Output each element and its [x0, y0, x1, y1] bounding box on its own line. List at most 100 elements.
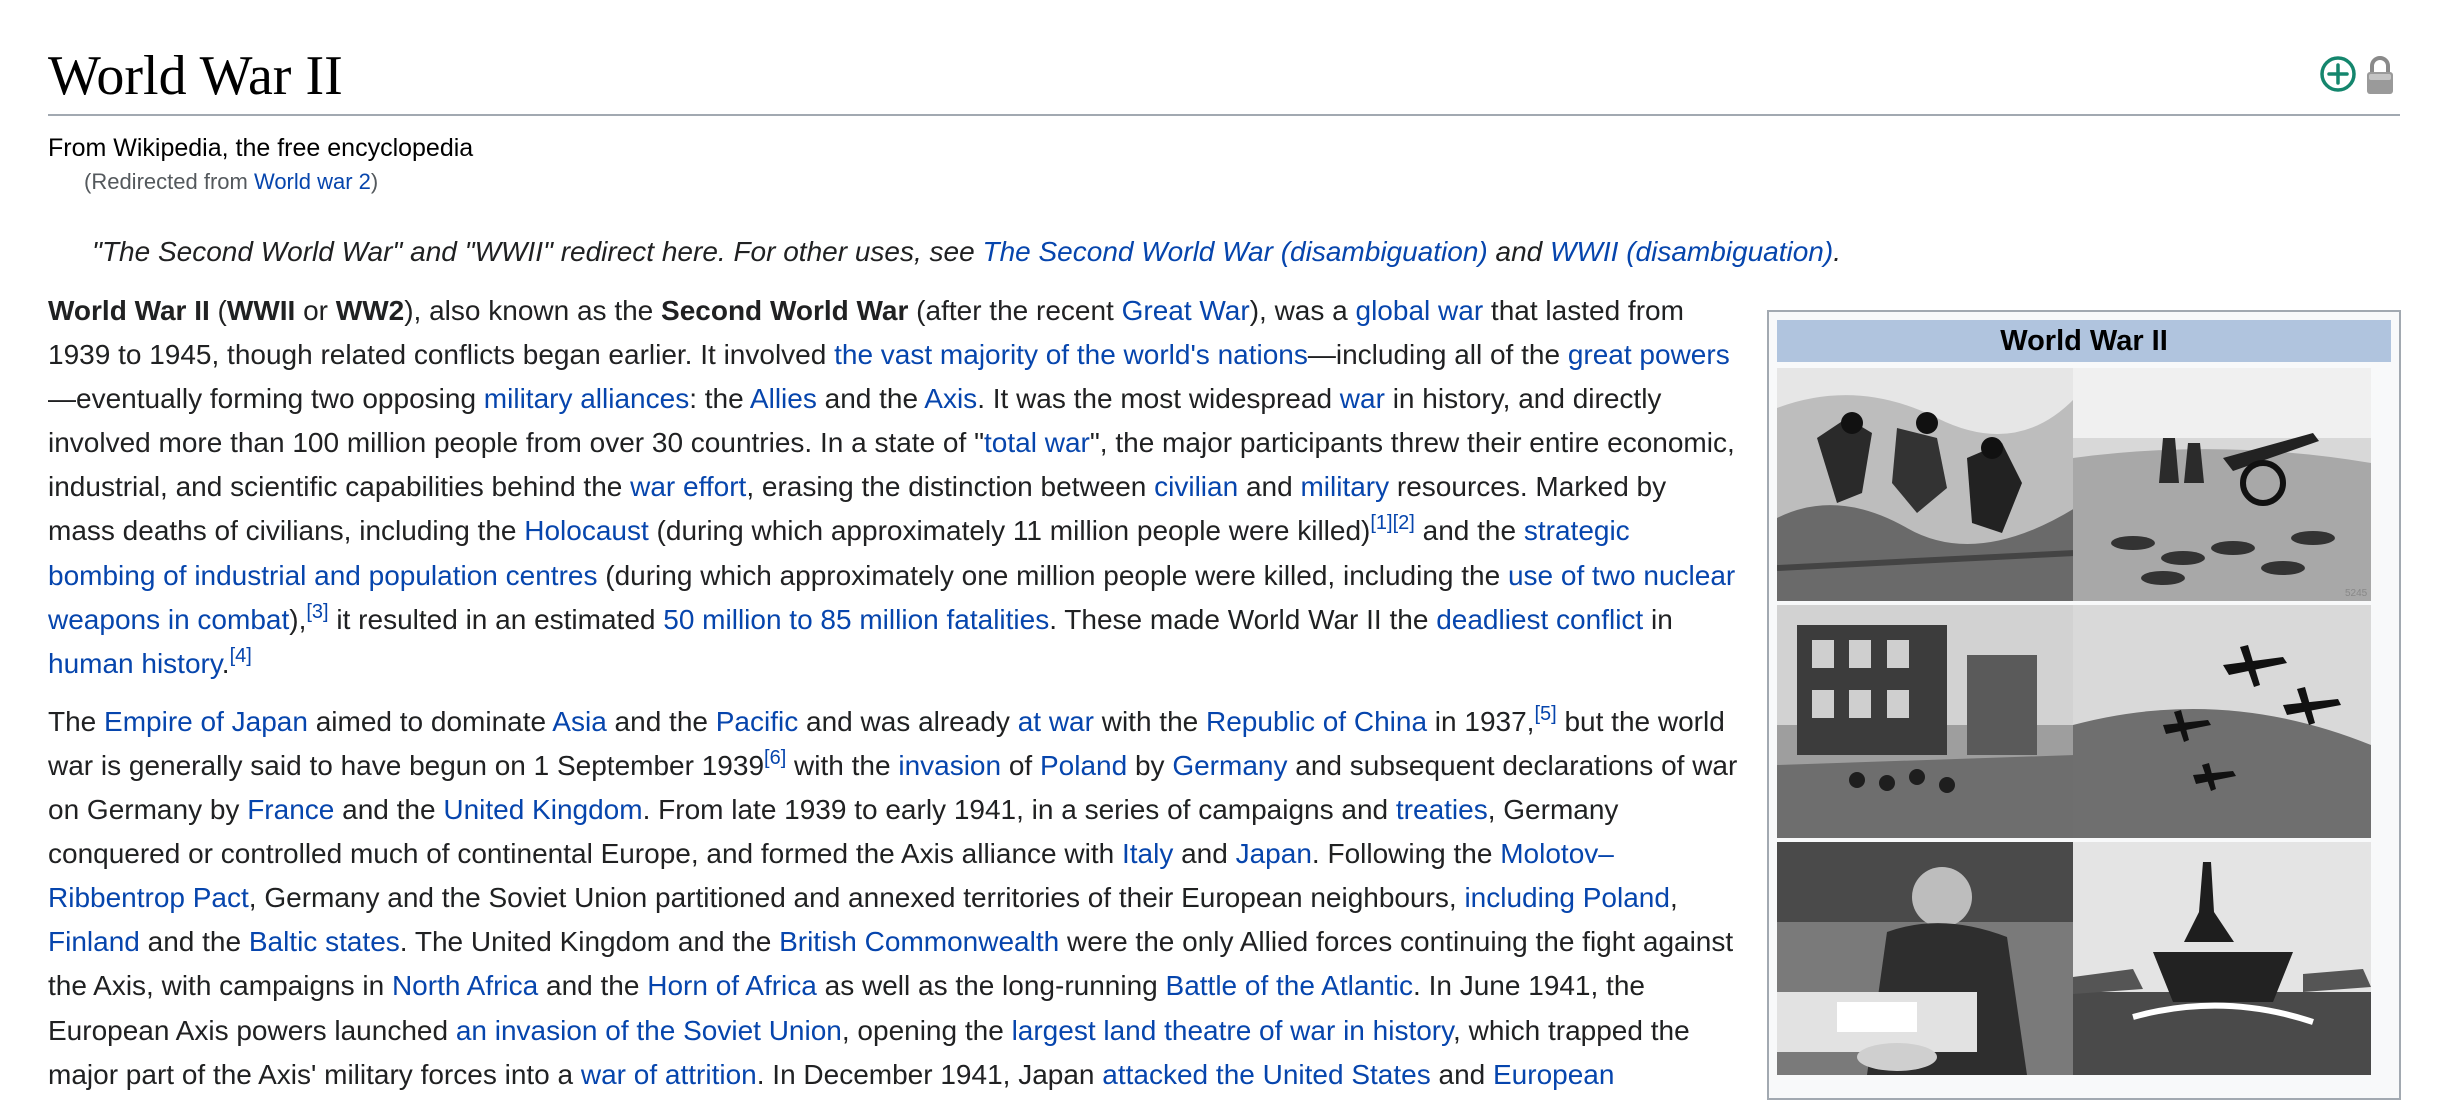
site-tagline: From Wikipedia, the free encyclopedia	[48, 134, 474, 162]
body-text: and the	[139, 926, 249, 958]
hatnote-text: and	[1487, 236, 1551, 267]
article-link[interactable]: Great War	[1122, 295, 1250, 326]
body-text: The	[48, 705, 105, 737]
article-link[interactable]: British Commonwealth	[779, 926, 1059, 957]
citation-link[interactable]: [3]	[306, 601, 328, 623]
body-text: and the	[538, 970, 648, 1002]
body-text: and was already	[798, 705, 1018, 737]
bold-term: WW2	[335, 295, 405, 326]
body-text: —eventually forming two opposing	[48, 383, 484, 415]
bold-term: World War II	[48, 295, 210, 326]
article-link[interactable]: military	[1300, 471, 1389, 502]
infobox-title: World War II	[1777, 320, 2391, 362]
article-link[interactable]: Germany	[1172, 750, 1287, 781]
article-link[interactable]: war effort	[630, 471, 746, 502]
photo-ruined-city-battle[interactable]	[1777, 605, 2075, 838]
body-text: : the	[689, 383, 750, 415]
body-text: .	[221, 647, 230, 679]
citation-ref: [1]	[1370, 512, 1392, 534]
article-link[interactable]: civilian	[1154, 471, 1238, 502]
lock-icon[interactable]	[2365, 54, 2395, 101]
body-text: and the	[334, 794, 444, 826]
body-text: ), was a	[1249, 295, 1356, 326]
bold-term: Second World War	[661, 295, 909, 326]
photo-dive-bombers-flight[interactable]	[2073, 605, 2371, 838]
article-link[interactable]: Finland	[48, 926, 140, 957]
article-link[interactable]: Italy	[1122, 838, 1173, 869]
article-link[interactable]: at war	[1018, 706, 1094, 737]
article-link[interactable]: Holocaust	[524, 515, 649, 546]
article-link[interactable]: European	[1493, 1059, 1614, 1090]
body-text: . These made World War II the	[1049, 603, 1437, 635]
body-text: and the	[816, 383, 925, 415]
hatnote-text: .	[1833, 236, 1841, 267]
article-link[interactable]: United Kingdom	[443, 794, 642, 825]
article-link[interactable]: great powers	[1568, 339, 1730, 370]
photo-surrender-signing[interactable]	[1777, 842, 2075, 1075]
citation-link[interactable]: [5]	[1534, 703, 1556, 725]
body-text: , opening the	[841, 1014, 1012, 1046]
body-text: and the	[606, 705, 716, 737]
redirect-source-link[interactable]: World war 2	[254, 169, 371, 194]
article-link[interactable]: France	[247, 794, 334, 825]
intro-paragraph-2: The Empire of Japan aimed to dominate As…	[48, 700, 1738, 1097]
article-link[interactable]: Empire of Japan	[104, 706, 308, 737]
article-link[interactable]: Pacific	[716, 706, 798, 737]
citation-link[interactable]: [2]	[1393, 512, 1415, 534]
citation-link[interactable]: [6]	[764, 747, 786, 769]
redirect-suffix: )	[370, 169, 379, 194]
body-text: of	[1001, 749, 1040, 781]
article-link[interactable]: Japan	[1236, 838, 1312, 869]
article-link[interactable]: Asia	[552, 706, 606, 737]
infobox: World War II 5245	[1767, 310, 2401, 1100]
article-link[interactable]: invasion	[898, 750, 1001, 781]
body-text: as well as the long-running	[816, 970, 1166, 1002]
photo-artillery-desert[interactable]: 5245	[2073, 368, 2371, 601]
citation-ref: [5]	[1534, 703, 1556, 725]
title-divider	[48, 114, 2400, 116]
article-link[interactable]: Poland	[1040, 750, 1127, 781]
hatnote-link-wwii[interactable]: WWII (disambiguation)	[1550, 236, 1833, 267]
article-link[interactable]: military alliances	[484, 383, 689, 414]
plus-circle-icon[interactable]	[2318, 54, 2358, 99]
article-link[interactable]: Axis	[924, 383, 977, 414]
body-text: (during which approximately 11 million p…	[648, 515, 1371, 547]
article-link[interactable]: including Poland	[1464, 882, 1670, 913]
article-link[interactable]: war	[1340, 383, 1385, 414]
article-link[interactable]: attacked the United States	[1102, 1059, 1430, 1090]
article-link[interactable]: the vast majority of the world's nations	[834, 339, 1308, 370]
article-link[interactable]: Republic of China	[1206, 706, 1427, 737]
body-text: with the	[786, 749, 899, 781]
photo-battleship-fleet[interactable]	[2073, 842, 2371, 1075]
article-link[interactable]: 50 million to 85 million fatalities	[663, 604, 1049, 635]
article-link[interactable]: global war	[1356, 295, 1484, 326]
body-text: . Following the	[1311, 838, 1501, 870]
article-link[interactable]: Baltic states	[249, 926, 400, 957]
article-link[interactable]: largest land theatre of war in history	[1012, 1015, 1453, 1046]
article-link[interactable]: treaties	[1396, 794, 1488, 825]
article-link[interactable]: war of attrition	[581, 1059, 757, 1090]
citation-ref: [4]	[230, 645, 252, 667]
body-text: —including all of the	[1307, 339, 1568, 371]
article-link[interactable]: total war	[984, 427, 1090, 458]
article-link[interactable]: deadliest conflict	[1436, 604, 1643, 635]
citation-link[interactable]: [1]	[1370, 512, 1392, 534]
citation-ref: [2]	[1393, 512, 1415, 534]
citation-ref: [3]	[306, 601, 328, 623]
article-link[interactable]: Battle of the Atlantic	[1166, 970, 1414, 1001]
citation-link[interactable]: [4]	[230, 645, 252, 667]
body-text: ),	[289, 603, 307, 635]
redirect-prefix: (Redirected from	[84, 169, 254, 194]
photo-soldiers-trench[interactable]	[1777, 368, 2075, 601]
body-text: and	[1173, 838, 1236, 870]
hatnote-link-second-world-war[interactable]: The Second World War (disambiguation)	[982, 236, 1487, 267]
body-text: and the	[1414, 515, 1524, 547]
photo-credit: 5245	[2345, 588, 2368, 599]
article-link[interactable]: human history	[48, 648, 222, 679]
bold-term: WWII	[226, 295, 296, 326]
body-text: in 1937,	[1427, 705, 1535, 737]
article-link[interactable]: Allies	[750, 383, 817, 414]
article-link[interactable]: North Africa	[392, 970, 538, 1001]
article-link[interactable]: an invasion of the Soviet Union	[456, 1015, 842, 1046]
article-link[interactable]: Horn of Africa	[647, 970, 817, 1001]
